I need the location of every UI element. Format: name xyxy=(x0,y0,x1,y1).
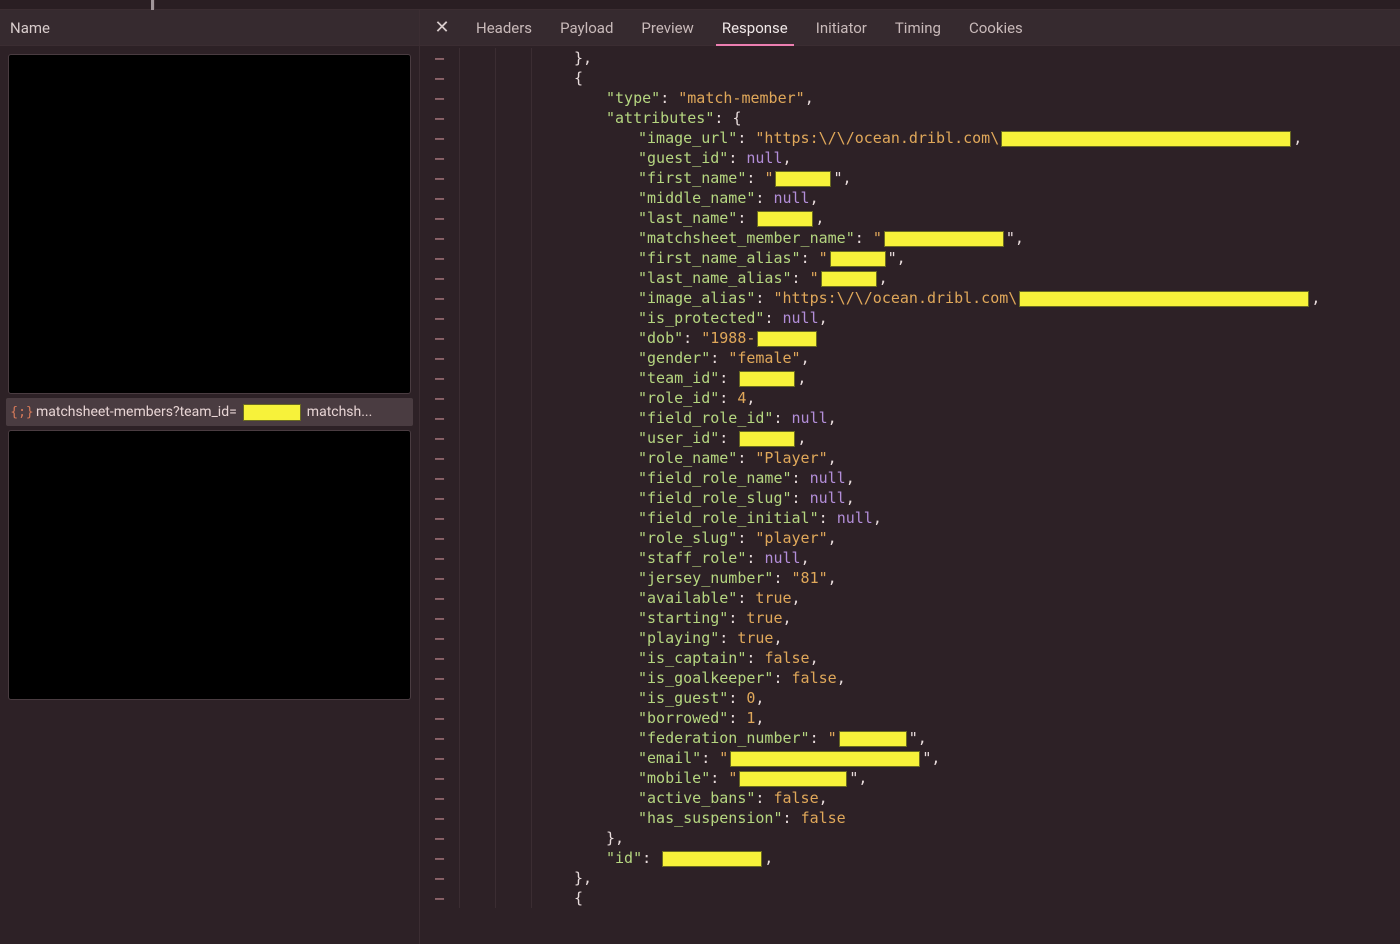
redacted-request-block-1 xyxy=(8,54,411,394)
redaction xyxy=(662,851,762,867)
tab-cookies[interactable]: Cookies xyxy=(955,10,1037,45)
redaction xyxy=(739,771,847,787)
redaction xyxy=(775,171,831,187)
json-icon: {;} xyxy=(14,404,30,420)
redaction xyxy=(1001,131,1291,147)
redaction xyxy=(243,404,301,421)
request-name-suffix: matchsh... xyxy=(307,404,373,420)
redaction xyxy=(739,431,795,447)
tab-response[interactable]: Response xyxy=(708,10,802,45)
redaction xyxy=(821,271,877,287)
detail-tabs: ✕ HeadersPayloadPreviewResponseInitiator… xyxy=(420,10,1400,46)
detail-panel: ✕ HeadersPayloadPreviewResponseInitiator… xyxy=(420,10,1400,944)
requests-header[interactable]: Name xyxy=(0,10,419,46)
redaction xyxy=(757,211,813,227)
tab-initiator[interactable]: Initiator xyxy=(802,10,881,45)
redaction xyxy=(839,731,907,747)
requests-panel: Name {;} matchsheet-members?team_id= matc… xyxy=(0,10,420,944)
tab-payload[interactable]: Payload xyxy=(546,10,627,45)
redaction xyxy=(730,751,920,767)
redaction xyxy=(884,231,1004,247)
close-panel-button[interactable]: ✕ xyxy=(428,14,456,42)
tab-timing[interactable]: Timing xyxy=(881,10,955,45)
tab-headers[interactable]: Headers xyxy=(462,10,546,45)
redaction xyxy=(830,251,886,267)
redaction xyxy=(739,371,795,387)
redacted-request-block-2 xyxy=(8,430,411,700)
request-name-prefix: matchsheet-members?team_id= xyxy=(36,404,237,420)
redaction xyxy=(757,331,817,347)
redaction xyxy=(1019,291,1309,307)
close-icon: ✕ xyxy=(434,17,449,38)
waterfall-strip xyxy=(0,0,1400,10)
requests-header-label: Name xyxy=(10,19,50,37)
request-row-selected[interactable]: {;} matchsheet-members?team_id= matchsh..… xyxy=(6,398,413,426)
response-body[interactable]: ––––––––––––––––––––––––––––––––––––––––… xyxy=(420,46,1400,944)
line-gutter: ––––––––––––––––––––––––––––––––––––––––… xyxy=(420,46,532,944)
tab-preview[interactable]: Preview xyxy=(627,10,707,45)
response-json[interactable]: },{"type": "match-member","attributes": … xyxy=(532,46,1400,944)
